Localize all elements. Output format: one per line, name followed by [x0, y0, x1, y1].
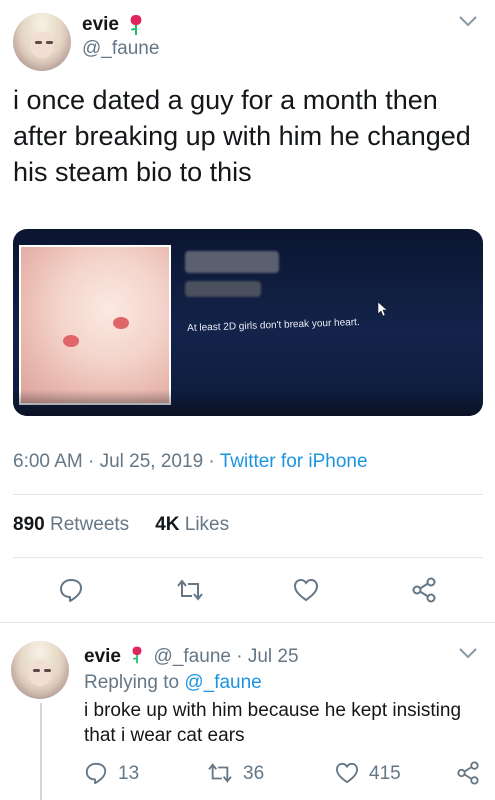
tweet-text: i once dated a guy for a month then afte… [13, 85, 471, 187]
avatar-eye [35, 41, 42, 44]
avatar[interactable] [13, 13, 71, 71]
media-bottom-shade [13, 390, 483, 416]
reply-icon[interactable] [58, 577, 84, 603]
thread-line [40, 703, 42, 800]
anime-profile-image [19, 245, 171, 405]
retweets-stat[interactable]: 890 Retweets [13, 514, 129, 535]
reply-icon[interactable] [84, 761, 108, 785]
reply-header: evie @_faune · Jul 25 [84, 645, 299, 668]
likes-count: 4K [155, 514, 180, 535]
author-handle[interactable]: @_faune [82, 38, 159, 60]
avatar-eye [33, 669, 40, 672]
anime-eye [113, 317, 129, 329]
cursor-icon [377, 301, 388, 317]
meta-separator: · [88, 451, 95, 472]
avatar-face [28, 659, 52, 687]
like-icon[interactable] [335, 762, 359, 784]
avatar-face [30, 31, 54, 59]
reply-avatar[interactable] [11, 641, 69, 699]
reply-date[interactable]: Jul 25 [248, 646, 299, 667]
likes-label: Likes [184, 514, 230, 535]
likes-stat[interactable]: 4K Likes [155, 514, 229, 535]
retweet-icon[interactable] [176, 578, 204, 602]
redacted-detail-bar [185, 281, 261, 297]
like-icon[interactable] [293, 578, 319, 602]
tweet-meta: 6:00 AM · Jul 25, 2019 · Twitter for iPh… [13, 451, 368, 473]
replying-to-prefix: Replying to [84, 672, 180, 693]
reply-count: 13 [118, 763, 140, 784]
share-icon[interactable] [455, 761, 481, 785]
chevron-down-icon[interactable] [458, 646, 478, 660]
reply-separator: · [236, 646, 243, 667]
tweet-time: 6:00 AM [13, 451, 83, 472]
reply-text: i broke up with him because he kept insi… [84, 700, 462, 746]
tweet-media[interactable]: At least 2D girls don't break your heart… [13, 229, 483, 416]
divider [13, 557, 483, 558]
chevron-down-icon[interactable] [458, 14, 478, 28]
retweet-icon[interactable] [207, 762, 233, 784]
rose-emoji-icon [132, 646, 142, 664]
retweet-count: 36 [243, 763, 265, 784]
anime-eye [63, 335, 79, 347]
reply-author-handle[interactable]: @_faune [154, 646, 231, 667]
retweets-label: Retweets [49, 514, 130, 535]
like-count: 415 [369, 763, 401, 784]
divider [13, 494, 483, 495]
avatar-eye [44, 669, 51, 672]
redacted-name-bar [185, 251, 279, 273]
rose-emoji-icon [130, 15, 142, 35]
meta-separator: · [208, 451, 215, 472]
replying-to-link[interactable]: @_faune [184, 672, 261, 693]
steam-bio-caption: At least 2D girls don't break your heart… [187, 316, 360, 334]
tweet-stats: 890 Retweets 4K Likes [13, 514, 229, 536]
divider [0, 622, 495, 623]
avatar-eye [46, 41, 53, 44]
retweets-count: 890 [13, 514, 45, 535]
author-name[interactable]: evie [82, 14, 119, 36]
replying-to: Replying to @_faune [84, 672, 262, 694]
tweet-source-link[interactable]: Twitter for iPhone [220, 451, 368, 472]
tweet-date[interactable]: Jul 25, 2019 [100, 451, 204, 472]
reply-author-name[interactable]: evie [84, 646, 121, 667]
share-icon[interactable] [410, 577, 438, 603]
